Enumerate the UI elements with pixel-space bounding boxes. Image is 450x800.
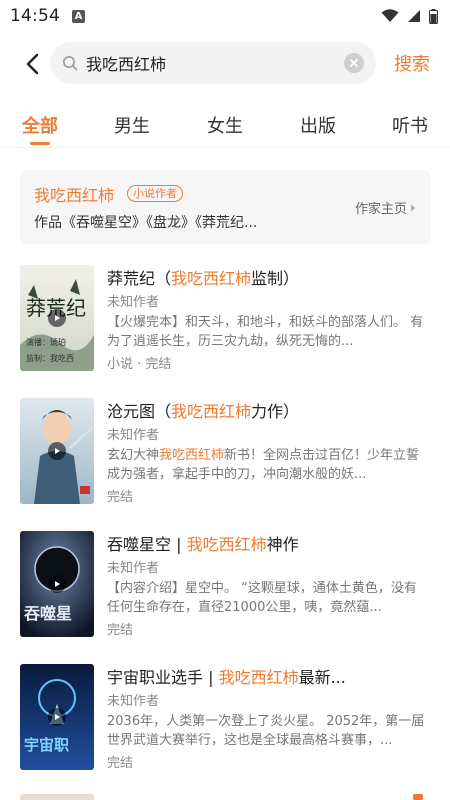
svg-text:宇宙职: 宇宙职 [24, 736, 69, 754]
battery-icon [429, 8, 438, 24]
play-icon [48, 309, 66, 327]
close-icon [350, 59, 358, 67]
chevron-right-icon [411, 204, 415, 211]
book-tag-partial [413, 794, 423, 800]
active-tab-indicator [30, 142, 50, 145]
author-name: 我吃西红柿 [34, 186, 115, 205]
back-button[interactable] [12, 42, 52, 86]
book-title: 吞噬星空 | 我吃西红柿神作 [107, 535, 299, 554]
search-input[interactable]: 我吃西红柿 [50, 42, 376, 84]
book-item[interactable]: 莽荒纪 演播：琥珀 监制：我吃西 莽荒纪（我吃西红柿监制） 未知作者 【火爆完本… [20, 265, 430, 375]
notification-app-icon: A [72, 9, 85, 23]
book-cover[interactable]: 吞噬星 [20, 531, 94, 637]
book-author: 未知作者 [107, 295, 160, 310]
chevron-left-icon [26, 53, 39, 75]
book-cover[interactable]: 宇宙职 [20, 664, 94, 770]
signal-icon [408, 10, 420, 22]
book-author: 未知作者 [107, 694, 160, 709]
book-title: 沧元图（我吃西红柿力作） [107, 402, 300, 421]
svg-text:演播：琥珀: 演播：琥珀 [26, 337, 66, 347]
tab-published[interactable]: 出版 [300, 112, 336, 138]
search-header: 我吃西红柿 搜索 [0, 40, 450, 88]
tab-male[interactable]: 男生 [114, 112, 150, 138]
clear-search-button[interactable] [344, 53, 364, 73]
book-author: 未知作者 [107, 561, 160, 576]
book-description: 【火爆完本】和天斗，和地斗，和妖斗的部落人们。 有为了逍遥长生，历三灾九劫，纵死… [107, 315, 424, 349]
book-meta: 完结 [107, 756, 134, 771]
svg-text:监制：我吃西: 监制：我吃西 [26, 353, 74, 363]
author-badge: 小说作者 [127, 185, 183, 202]
book-description: 2036年，人类第一次登上了炎火星。 2052年，第一届世界武道大赛举行，这也是… [107, 714, 425, 748]
book-cover[interactable] [20, 398, 94, 504]
book-item[interactable]: 吞噬星 吞噬星空 | 我吃西红柿神作 未知作者 【内容介绍】星空中。 “这颗星球… [20, 531, 430, 641]
category-tabs: 全部 男生 女生 出版 听书 [0, 104, 450, 148]
tab-audiobook[interactable]: 听书 [392, 112, 428, 138]
status-icons [381, 8, 438, 24]
book-author: 未知作者 [107, 428, 160, 443]
book-cover[interactable]: 莽荒纪 演播：琥珀 监制：我吃西 [20, 265, 94, 371]
book-title: 宇宙职业选手 | 我吃西红柿最新... [107, 668, 346, 687]
status-time: 14:54 [10, 6, 60, 26]
book-cover-partial[interactable] [20, 794, 94, 800]
book-meta: 完结 [107, 490, 134, 505]
svg-text:吞噬星: 吞噬星 [24, 604, 72, 623]
book-item[interactable]: 沧元图（我吃西红柿力作） 未知作者 玄幻大神我吃西红柿新书！全网点击过百亿！少年… [20, 398, 430, 508]
author-home-link[interactable]: 作家主页 [355, 198, 416, 217]
book-description: 【内容介绍】星空中。 “这颗星球，通体土黄色，没有任何生命存在，直径21000公… [107, 581, 417, 615]
wifi-icon [381, 9, 399, 22]
search-icon [63, 56, 78, 71]
play-icon [48, 708, 66, 726]
author-works: 作品《吞噬星空》《盘龙》《莽荒纪... [34, 215, 258, 231]
author-card[interactable]: 我吃西红柿 小说作者 作品《吞噬星空》《盘龙》《莽荒纪... 作家主页 [20, 170, 430, 244]
book-description: 玄幻大神我吃西红柿新书！全网点击过百亿！少年立誓成为强者，拿起手中的刀，冲向潮水… [107, 448, 420, 482]
author-home-label: 作家主页 [354, 202, 407, 217]
play-icon [48, 442, 66, 460]
status-bar: 14:54 A [0, 0, 450, 32]
book-item[interactable]: 宇宙职 宇宙职业选手 | 我吃西红柿最新... 未知作者 2036年，人类第一次… [20, 664, 430, 774]
tab-female[interactable]: 女生 [207, 112, 243, 138]
book-meta: 小说 · 完结 [107, 357, 172, 372]
search-button[interactable]: 搜索 [394, 50, 430, 76]
play-icon [48, 575, 66, 593]
search-query[interactable]: 我吃西红柿 [86, 51, 344, 75]
book-meta: 完结 [107, 623, 134, 638]
tab-all[interactable]: 全部 [22, 112, 58, 138]
book-title: 莽荒纪（我吃西红柿监制） [107, 269, 300, 288]
